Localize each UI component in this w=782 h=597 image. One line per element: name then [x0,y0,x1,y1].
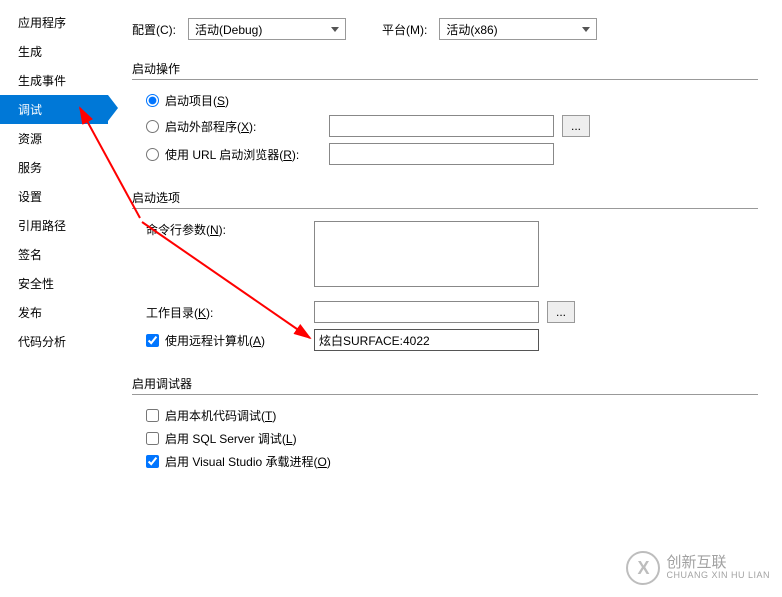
workdir-browse-button[interactable]: ... [547,301,575,323]
sidebar-item-resources[interactable]: 资源 [0,124,108,153]
sidebar-item-publish[interactable]: 发布 [0,298,108,327]
start-action-legend: 启动操作 [132,60,758,80]
sidebar-item-debug[interactable]: 调试 [0,95,108,124]
config-label: 配置(C): [132,21,176,38]
remote-checkbox[interactable] [146,334,159,347]
sidebar-item-security[interactable]: 安全性 [0,269,108,298]
start-external-radio[interactable]: 启动外部程序(X): [146,118,321,135]
vshost-checkbox[interactable] [146,455,159,468]
sidebar-item-code-analysis[interactable]: 代码分析 [0,327,108,356]
sidebar-item-application[interactable]: 应用程序 [0,8,108,37]
start-url-radio[interactable]: 使用 URL 启动浏览器(R): [146,146,321,163]
platform-combo[interactable]: 活动(x86) [439,18,597,40]
external-program-input[interactable] [329,115,554,137]
debuggers-group: 启用调试器 启用本机代码调试(T) 启用 SQL Server 调试(L) 启用… [132,375,758,476]
start-options-legend: 启动选项 [132,189,758,209]
start-project-radio[interactable]: 启动项目(S) [146,92,229,109]
platform-label: 平台(M): [382,21,427,38]
watermark: X 创新互联 CHUANG XIN HU LIAN [626,551,770,585]
config-combo[interactable]: 活动(Debug) [188,18,346,40]
start-external-radio-input[interactable] [146,120,159,133]
sql-debug-checkbox[interactable] [146,432,159,445]
main-panel: 配置(C): 活动(Debug) 平台(M): 活动(x86) 启动操作 启动项… [108,0,782,597]
debuggers-legend: 启用调试器 [132,375,758,395]
start-project-radio-input[interactable] [146,94,159,107]
remote-machine-input[interactable] [314,329,539,351]
args-input[interactable] [314,221,539,287]
watermark-icon: X [626,551,660,585]
sql-debug-checkbox-label[interactable]: 启用 SQL Server 调试(L) [146,430,297,447]
native-debug-checkbox-label[interactable]: 启用本机代码调试(T) [146,407,276,424]
native-debug-checkbox[interactable] [146,409,159,422]
sidebar-item-build-events[interactable]: 生成事件 [0,66,108,95]
start-options-group: 启动选项 命令行参数(N): 工作目录(K): ... 使用远程计算机(A) [132,189,758,357]
workdir-label: 工作目录(K): [146,304,306,321]
sidebar: 应用程序 生成 生成事件 调试 资源 服务 设置 引用路径 签名 安全性 发布 … [0,0,108,597]
vshost-checkbox-label[interactable]: 启用 Visual Studio 承载进程(O) [146,453,331,470]
start-action-group: 启动操作 启动项目(S) 启动外部程序(X): ... 使用 URL 启动浏览器 [132,60,758,171]
sidebar-item-settings[interactable]: 设置 [0,182,108,211]
sidebar-item-signing[interactable]: 签名 [0,240,108,269]
start-url-radio-input[interactable] [146,148,159,161]
sidebar-item-build[interactable]: 生成 [0,37,108,66]
remote-checkbox-label[interactable]: 使用远程计算机(A) [146,332,306,349]
external-browse-button[interactable]: ... [562,115,590,137]
url-input[interactable] [329,143,554,165]
args-label: 命令行参数(N): [146,221,306,238]
config-row: 配置(C): 活动(Debug) 平台(M): 活动(x86) [132,18,758,40]
sidebar-item-reference-paths[interactable]: 引用路径 [0,211,108,240]
workdir-input[interactable] [314,301,539,323]
sidebar-item-services[interactable]: 服务 [0,153,108,182]
